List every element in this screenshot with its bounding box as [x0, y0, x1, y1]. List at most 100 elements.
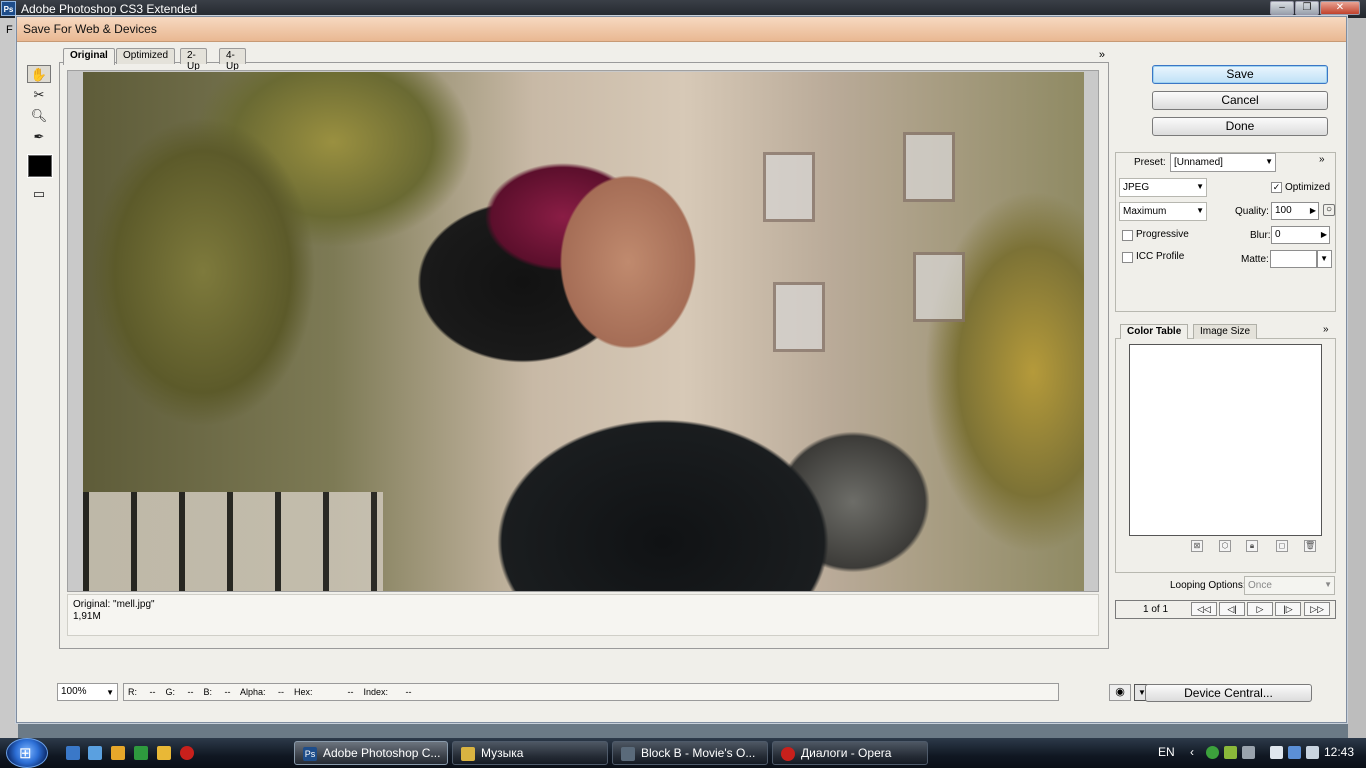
eyedropper-color-swatch[interactable] — [27, 154, 53, 178]
quality-label: Quality: — [1235, 206, 1269, 217]
taskbar-item-music-folder[interactable]: Музыка — [452, 741, 608, 765]
clock-app-icon[interactable] — [157, 746, 171, 760]
dialog-title: Save For Web & Devices — [23, 22, 157, 36]
format-dropdown[interactable]: JPEG ▼ — [1119, 178, 1207, 197]
file-menu-fragment[interactable]: F — [6, 24, 13, 36]
tab-2-up[interactable]: 2-Up — [180, 48, 207, 72]
switch-windows-icon[interactable] — [88, 746, 102, 760]
photo-window — [903, 132, 955, 202]
tray-app-icon[interactable] — [1224, 746, 1237, 759]
device-central-button[interactable]: Device Central... — [1145, 684, 1312, 702]
quick-launch-app-icon[interactable] — [134, 746, 148, 760]
color-readout: R: -- G: -- B: -- Alpha: -- Hex: -- Inde… — [123, 683, 1059, 701]
blur-value: 0 — [1275, 229, 1281, 240]
app-title: Adobe Photoshop CS3 Extended — [21, 2, 198, 16]
web-shift-icon[interactable]: ⬡ — [1219, 540, 1231, 552]
map-transparent-icon[interactable]: ⊠ — [1191, 540, 1203, 552]
done-button[interactable]: Done — [1152, 117, 1328, 136]
play-icon[interactable]: ▷ — [1247, 602, 1273, 616]
format-value: JPEG — [1123, 182, 1150, 193]
media-icon — [621, 747, 635, 761]
photoshop-icon: Ps — [303, 747, 317, 761]
network-icon[interactable] — [1288, 746, 1301, 759]
next-frame-icon[interactable]: |▷ — [1275, 602, 1301, 616]
tab-optimized[interactable]: Optimized — [116, 48, 176, 64]
quality-value: 100 — [1275, 205, 1292, 216]
preset-value: [Unnamed] — [1174, 157, 1223, 168]
opera-icon — [781, 747, 795, 761]
optimization-settings-group: Preset: [Unnamed] ▼ » JPEG ▼ ✓ Optimized M… — [1115, 152, 1336, 312]
clock[interactable]: 12:43 — [1324, 745, 1354, 759]
zoom-tool-icon[interactable]: 🔍︎ — [27, 107, 51, 125]
show-desktop-icon[interactable] — [66, 746, 80, 760]
image-canvas-frame — [67, 70, 1099, 592]
color-table-grid[interactable] — [1129, 344, 1322, 536]
tab-color-table[interactable]: Color Table — [1120, 324, 1189, 339]
looping-value: Once — [1248, 580, 1272, 591]
progressive-label: Progressive — [1136, 229, 1189, 240]
photo-window — [763, 152, 815, 222]
previous-frame-icon[interactable]: ◁| — [1219, 602, 1245, 616]
media-player-icon[interactable] — [111, 746, 125, 760]
volume-icon[interactable] — [1306, 746, 1319, 759]
looping-options-dropdown[interactable]: Once ▼ — [1244, 576, 1335, 595]
lock-color-icon[interactable]: 🔒︎ — [1246, 540, 1258, 552]
chevron-right-icon: ▶ — [1309, 206, 1316, 215]
tab-image-size[interactable]: Image Size — [1193, 324, 1258, 339]
tab-4-up[interactable]: 4-Up — [219, 48, 246, 72]
photo-window — [913, 252, 965, 322]
taskbar-item-photoshop[interactable]: Ps Adobe Photoshop C... — [294, 741, 448, 765]
color-table-menu-expand-icon[interactable]: » — [1323, 324, 1329, 335]
last-frame-icon[interactable]: ▷▷ — [1304, 602, 1330, 616]
language-indicator[interactable]: EN — [1158, 745, 1175, 759]
original-filename: Original: "mell.jpg" — [73, 599, 155, 610]
matte-swatch[interactable] — [1270, 250, 1317, 268]
cancel-button[interactable]: Cancel — [1152, 91, 1328, 110]
safely-remove-icon[interactable] — [1270, 746, 1283, 759]
close-window-button[interactable]: ✕ — [1320, 1, 1360, 15]
optimized-checkbox[interactable]: ✓ — [1271, 182, 1282, 193]
blur-input[interactable]: 0 ▶ — [1271, 226, 1330, 244]
preset-dropdown[interactable]: [Unnamed] ▼ — [1170, 153, 1276, 172]
slice-select-tool-icon[interactable]: ✂ — [27, 86, 51, 104]
matte-dropdown[interactable]: ▼ — [1317, 250, 1332, 268]
tab-original[interactable]: Original — [63, 48, 115, 65]
zoom-value: 100% — [61, 686, 87, 697]
new-color-icon[interactable]: ◻ — [1276, 540, 1288, 552]
hand-tool-icon[interactable]: ✋ — [27, 65, 51, 83]
preview-menu-expand-icon[interactable]: » — [1099, 49, 1105, 61]
taskbar-item-media[interactable]: Block B - Movie's O... — [612, 741, 768, 765]
eyedropper-tool-icon[interactable]: ✒ — [27, 128, 51, 146]
tray-app-icon[interactable] — [1242, 746, 1255, 759]
quality-level-dropdown[interactable]: Maximum ▼ — [1119, 202, 1207, 221]
icc-profile-checkbox[interactable] — [1122, 252, 1133, 263]
photoshop-panels-strip — [1348, 18, 1366, 738]
zoom-dropdown[interactable]: 100% ▼ — [57, 683, 118, 701]
quality-input[interactable]: 100 ▶ — [1271, 202, 1319, 220]
task-label: Музыка — [481, 746, 524, 760]
save-button[interactable]: Save — [1152, 65, 1328, 84]
task-label: Block B - Movie's O... — [641, 746, 756, 760]
maximize-button[interactable]: ❐ — [1295, 1, 1319, 15]
toggle-slices-icon[interactable]: ▭ — [27, 185, 51, 203]
original-filesize: 1,91M — [73, 611, 101, 622]
preview-image[interactable] — [83, 72, 1084, 591]
chevron-left-icon[interactable]: ‹ — [1190, 745, 1194, 759]
blur-label: Blur: — [1250, 230, 1271, 241]
tray-app-icon[interactable] — [1206, 746, 1219, 759]
image-info-panel: Original: "mell.jpg" 1,91M — [67, 594, 1099, 636]
opera-icon[interactable] — [180, 746, 194, 760]
start-button[interactable]: ⊞ — [6, 738, 48, 768]
preset-label: Preset: — [1134, 157, 1166, 168]
preview-in-browser-icon[interactable]: ◉ — [1109, 684, 1131, 701]
progressive-checkbox[interactable] — [1122, 230, 1133, 241]
minimize-button[interactable]: ‒ — [1270, 1, 1294, 15]
chevron-down-icon: ▼ — [106, 688, 114, 697]
task-label: Диалоги - Opera — [801, 746, 892, 760]
folder-icon — [461, 747, 475, 761]
first-frame-icon[interactable]: ◁◁ — [1191, 602, 1217, 616]
taskbar-item-opera[interactable]: Диалоги - Opera — [772, 741, 928, 765]
settings-menu-expand-icon[interactable]: » — [1319, 154, 1325, 165]
trash-icon[interactable]: 🗑︎ — [1304, 540, 1316, 552]
quality-mask-icon[interactable]: ○ — [1323, 204, 1335, 216]
